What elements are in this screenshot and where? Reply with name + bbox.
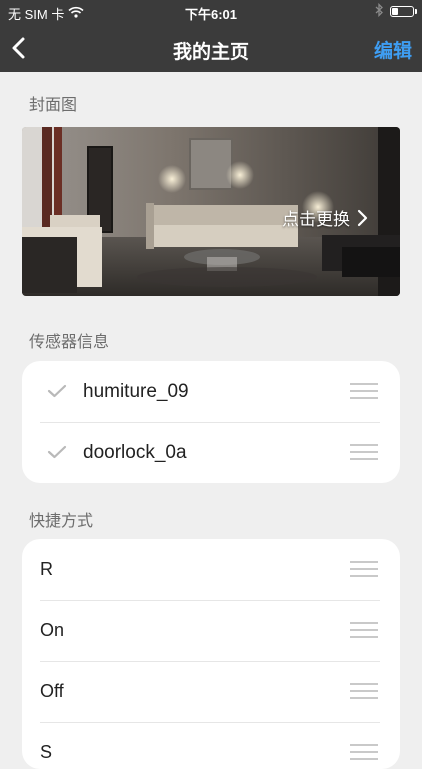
shortcuts-section-label: 快捷方式 — [29, 513, 94, 530]
battery-icon — [390, 6, 417, 17]
drag-handle-icon[interactable] — [350, 744, 378, 761]
cover-section-label: 封面图 — [29, 97, 78, 114]
shortcut-name: R — [40, 559, 53, 579]
shortcut-name: On — [40, 620, 65, 640]
sensor-row[interactable]: humiture_09 — [22, 361, 400, 422]
change-cover-label: 点击更换 — [282, 210, 350, 229]
clock: 下午6:01 — [184, 7, 238, 22]
drag-handle-icon[interactable] — [350, 683, 378, 700]
checkmark-icon — [47, 445, 67, 459]
shortcut-row[interactable]: Off — [22, 661, 400, 722]
status-bar: 无 SIM 卡 下午6:01 — [0, 0, 422, 24]
sensors-section-label: 传感器信息 — [29, 334, 110, 351]
sensor-name: humiture_09 — [83, 380, 189, 402]
edit-button[interactable]: 编辑 — [374, 36, 412, 63]
sensor-row[interactable]: doorlock_0a — [22, 422, 400, 483]
bluetooth-icon — [375, 2, 384, 20]
shortcut-row[interactable]: R — [22, 539, 400, 600]
navigation-bar: 我的主页 编辑 — [0, 24, 422, 72]
drag-handle-icon[interactable] — [350, 561, 378, 578]
page-title: 我的主页 — [172, 42, 249, 63]
drag-handle-icon[interactable] — [350, 383, 378, 400]
shortcut-row[interactable]: S — [22, 722, 400, 769]
shortcut-name: Off — [40, 681, 64, 701]
drag-handle-icon[interactable] — [350, 622, 378, 639]
shortcut-name: S — [40, 742, 53, 762]
sensor-name: doorlock_0a — [83, 441, 187, 463]
cover-image[interactable]: 点击更换 — [22, 127, 400, 296]
shortcut-row[interactable]: On — [22, 600, 400, 661]
change-cover-button[interactable]: 点击更换 — [282, 205, 368, 230]
drag-handle-icon[interactable] — [350, 444, 378, 461]
checkmark-icon — [47, 384, 67, 398]
chevron-right-icon — [357, 209, 368, 226]
sensor-list: humiture_09 doorlock_0a — [22, 361, 400, 483]
shortcut-list: R On Off S — [22, 539, 400, 769]
